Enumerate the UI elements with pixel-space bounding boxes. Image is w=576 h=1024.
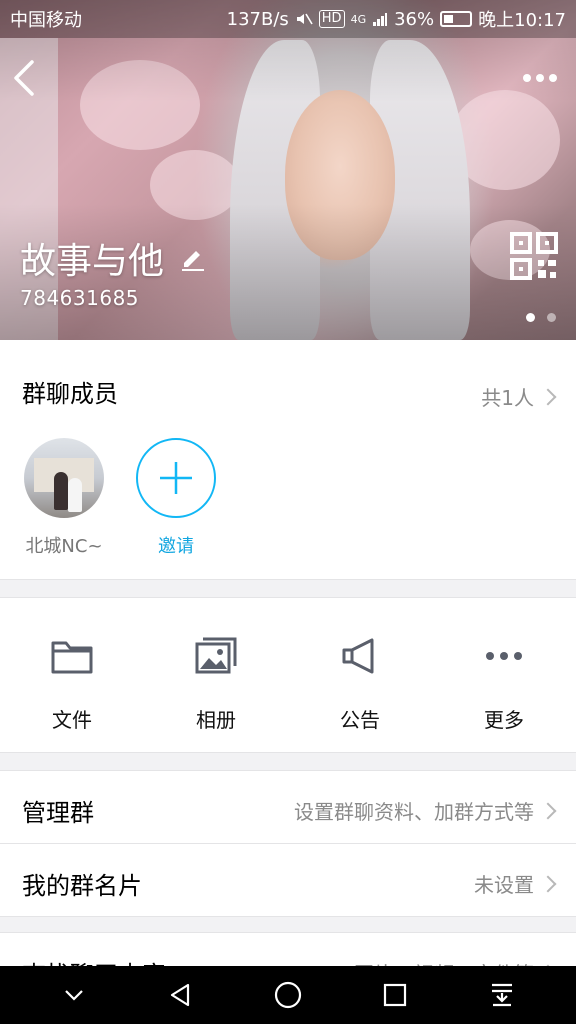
- more-dots-icon: [486, 652, 522, 660]
- megaphone-icon: [342, 638, 374, 674]
- invite-button[interactable]: 邀请: [134, 438, 218, 558]
- member-item[interactable]: 北城NC~: [22, 438, 106, 558]
- more-options-button[interactable]: [518, 66, 562, 90]
- edit-pencil-icon[interactable]: [180, 245, 206, 271]
- nav-home-button[interactable]: [268, 975, 308, 1015]
- signal-icon: 4G: [350, 12, 367, 26]
- back-button[interactable]: [8, 56, 44, 100]
- member-name: 北城NC~: [25, 536, 103, 557]
- notification-pull-button[interactable]: [482, 975, 522, 1015]
- album-label: 相册: [196, 708, 236, 732]
- members-title: 群聊成员: [22, 380, 118, 408]
- row-value: 设置群聊资料、加群方式等: [294, 800, 534, 824]
- photo-album-icon: [195, 637, 237, 674]
- back-triangle-icon: [170, 983, 189, 1007]
- chevron-left-icon: [14, 60, 34, 96]
- hd-icon: HD: [318, 10, 345, 28]
- pull-down-icon: [492, 983, 513, 1007]
- group-nickname-row[interactable]: 我的群名片 未设置: [0, 844, 576, 917]
- member-count-link[interactable]: 共1人: [481, 382, 557, 411]
- folder-icon: [51, 641, 93, 674]
- more-label: 更多: [484, 708, 524, 732]
- nav-back-button[interactable]: [161, 975, 201, 1015]
- status-bar: 中国移动 137B/s HD 4G 36% 晚上10:17: [0, 0, 576, 38]
- battery-fill: [444, 15, 454, 23]
- carrier-label: 中国移动: [10, 10, 82, 31]
- invite-label: 邀请: [158, 536, 194, 557]
- files-label: 文件: [52, 708, 92, 732]
- hide-nav-button[interactable]: [54, 975, 94, 1015]
- battery-icon: [440, 11, 473, 27]
- quick-actions: 文件 相册 公告 更多: [0, 597, 576, 753]
- system-nav-bar: [0, 966, 576, 1024]
- plus-icon: [160, 462, 192, 494]
- recents-square-icon: [384, 983, 407, 1007]
- avatar: [24, 438, 104, 518]
- chevron-right-icon: [539, 875, 557, 892]
- cover-page-indicator: [526, 313, 556, 322]
- chevron-down-icon: [64, 990, 83, 1001]
- row-title: 我的群名片: [22, 872, 142, 900]
- announcement-label: 公告: [340, 708, 380, 732]
- members-section: 群聊成员 共1人 北城NC~ 邀请: [0, 340, 576, 580]
- battery-percent: 36%: [394, 8, 435, 30]
- group-name-text: 故事与他: [20, 241, 165, 282]
- manage-group-row[interactable]: 管理群 设置群聊资料、加群方式等: [0, 771, 576, 844]
- network-speed: 137B/s: [226, 8, 289, 30]
- more-dot: [549, 74, 557, 82]
- nav-recents-button[interactable]: [375, 975, 415, 1015]
- album-action[interactable]: 相册: [144, 598, 288, 752]
- group-name: 故事与他: [20, 232, 206, 284]
- more-dot: [536, 74, 544, 82]
- chevron-right-icon: [539, 802, 557, 819]
- files-action[interactable]: 文件: [0, 598, 144, 752]
- member-count: 共1人: [481, 386, 534, 410]
- chevron-right-icon: [539, 388, 557, 405]
- qr-code-button[interactable]: [510, 232, 558, 280]
- clock: 晚上10:17: [478, 10, 566, 31]
- announcement-action[interactable]: 公告: [288, 598, 432, 752]
- page-dot: [547, 313, 556, 322]
- row-value: 未设置: [474, 873, 534, 897]
- mute-icon: [296, 13, 313, 25]
- row-title: 管理群: [22, 799, 94, 827]
- invite-circle: [136, 438, 216, 518]
- signal-bars-icon: [373, 13, 388, 26]
- page-dot: [526, 313, 535, 322]
- home-circle-icon: [274, 981, 302, 1009]
- more-action[interactable]: 更多: [432, 598, 576, 752]
- more-dot: [523, 74, 531, 82]
- group-id: 784631685: [20, 286, 140, 310]
- qr-code-icon: [510, 232, 558, 280]
- settings-list: 管理群 设置群聊资料、加群方式等 我的群名片 未设置: [0, 770, 576, 917]
